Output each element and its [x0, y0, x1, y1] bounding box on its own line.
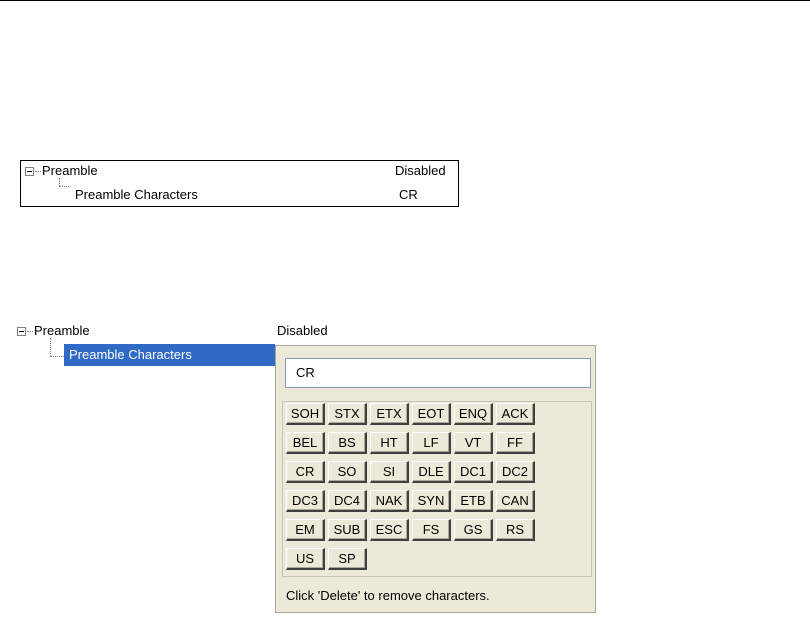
key-nak-button[interactable]: NAK: [370, 490, 409, 512]
tree-view-preamble: Preamble Disabled Preamble Characters CR: [20, 160, 459, 207]
key-ack-button[interactable]: ACK: [496, 403, 535, 425]
key-dle-button[interactable]: DLE: [412, 461, 451, 483]
key-syn-button[interactable]: SYN: [412, 490, 451, 512]
key-dc3-button[interactable]: DC3: [286, 490, 325, 512]
tree-connector: [59, 186, 69, 187]
tree-connector: [50, 356, 64, 357]
key-em-button[interactable]: EM: [286, 519, 325, 541]
key-vt-button[interactable]: VT: [454, 432, 493, 454]
key-dc1-button[interactable]: DC1: [454, 461, 493, 483]
key-sub-button[interactable]: SUB: [328, 519, 367, 541]
tree-connector: [27, 331, 33, 332]
key-can-button[interactable]: CAN: [496, 490, 535, 512]
key-bs-button[interactable]: BS: [328, 432, 367, 454]
key-so-button[interactable]: SO: [328, 461, 367, 483]
tree-item-preamble-characters-label: Preamble Characters: [69, 347, 192, 362]
tree-connector: [50, 338, 51, 356]
key-fs-button[interactable]: FS: [412, 519, 451, 541]
tree-connector: [59, 178, 60, 186]
tree-item-preamble-label[interactable]: Preamble: [34, 323, 90, 339]
key-gs-button[interactable]: GS: [454, 519, 493, 541]
key-dc4-button[interactable]: DC4: [328, 490, 367, 512]
key-esc-button[interactable]: ESC: [370, 519, 409, 541]
page-top-rule: [0, 0, 810, 1]
tree-item-preamble-characters-value[interactable]: CR: [399, 187, 418, 203]
key-enq-button[interactable]: ENQ: [454, 403, 493, 425]
characters-input[interactable]: CR: [285, 358, 591, 388]
key-lf-button[interactable]: LF: [412, 432, 451, 454]
collapse-icon[interactable]: [17, 327, 26, 336]
key-dc2-button[interactable]: DC2: [496, 461, 535, 483]
key-rs-button[interactable]: RS: [496, 519, 535, 541]
control-character-keypad: SOH STX ETX EOT ENQ ACK BEL BS HT LF VT FF CR SO SI DLE…: [282, 401, 592, 577]
tree-item-preamble-characters-selected[interactable]: Preamble Characters: [64, 344, 275, 366]
key-sp-button[interactable]: SP: [328, 548, 367, 570]
tree-item-preamble-label[interactable]: Preamble: [42, 163, 98, 179]
keypad-grid: SOH STX ETX EOT ENQ ACK BEL BS HT LF VT FF CR SO SI DLE…: [286, 403, 535, 570]
tree-item-preamble-value[interactable]: Disabled: [395, 163, 446, 179]
key-cr-button[interactable]: CR: [286, 461, 325, 483]
key-stx-button[interactable]: STX: [328, 403, 367, 425]
key-bel-button[interactable]: BEL: [286, 432, 325, 454]
preamble-characters-editor: CR SOH STX ETX EOT ENQ ACK BEL BS HT LF VT FF CR SO SI…: [275, 345, 596, 613]
key-ht-button[interactable]: HT: [370, 432, 409, 454]
key-etb-button[interactable]: ETB: [454, 490, 493, 512]
key-etx-button[interactable]: ETX: [370, 403, 409, 425]
key-ff-button[interactable]: FF: [496, 432, 535, 454]
key-si-button[interactable]: SI: [370, 461, 409, 483]
key-eot-button[interactable]: EOT: [412, 403, 451, 425]
tree-item-preamble-characters-label[interactable]: Preamble Characters: [75, 187, 198, 203]
tree-item-preamble-value[interactable]: Disabled: [277, 323, 328, 339]
collapse-icon[interactable]: [25, 167, 34, 176]
tree-connector: [35, 171, 41, 172]
delete-hint-text: Click 'Delete' to remove characters.: [286, 588, 490, 603]
key-us-button[interactable]: US: [286, 548, 325, 570]
key-soh-button[interactable]: SOH: [286, 403, 325, 425]
